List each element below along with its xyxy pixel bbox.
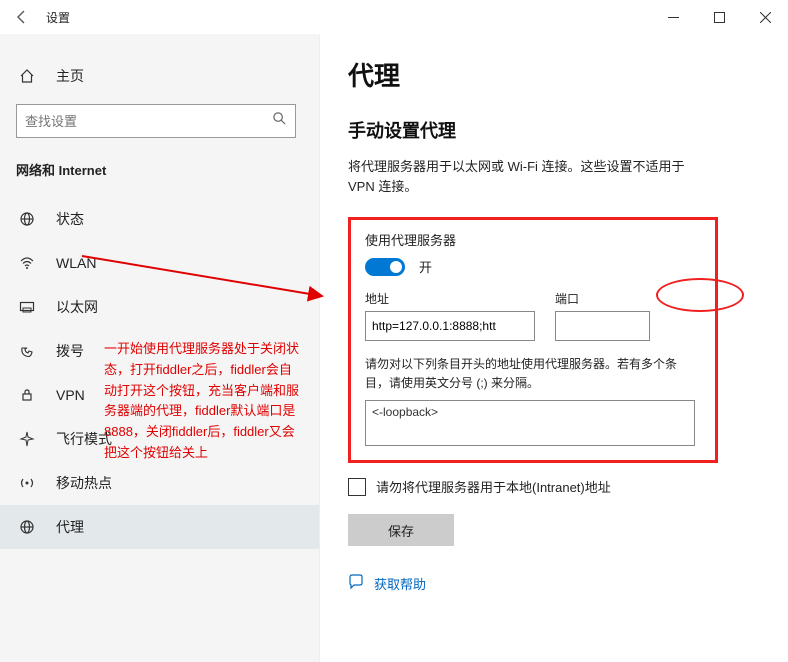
intranet-checkbox[interactable] — [348, 478, 366, 496]
back-button[interactable] — [4, 0, 40, 34]
help-icon — [348, 574, 364, 593]
minimize-button[interactable] — [650, 0, 696, 34]
home-icon — [16, 68, 38, 84]
help-link[interactable]: 获取帮助 — [348, 574, 760, 593]
use-proxy-toggle[interactable] — [365, 258, 405, 276]
help-label: 获取帮助 — [374, 574, 426, 593]
search-box[interactable] — [16, 104, 296, 138]
intranet-checkbox-label: 请勿将代理服务器用于本地(Intranet)地址 — [376, 477, 611, 496]
ethernet-icon — [16, 299, 38, 315]
search-input[interactable] — [25, 114, 272, 129]
bypass-description: 请勿对以下列条目开头的地址使用代理服务器。若有多个条目，请使用英文分号 (;) … — [365, 355, 695, 392]
dialup-icon — [16, 343, 38, 359]
address-label: 地址 — [365, 290, 535, 307]
sidebar-item-airplane[interactable]: 飞行模式 — [16, 417, 303, 461]
close-icon — [760, 12, 771, 23]
sidebar-item-wlan[interactable]: WLAN — [16, 241, 303, 285]
sidebar-item-label: 拨号 — [56, 341, 84, 361]
sidebar-item-label: WLAN — [56, 255, 96, 271]
port-input[interactable] — [555, 311, 650, 341]
close-button[interactable] — [742, 0, 788, 34]
sidebar: 主页 网络和 Internet 状态 WLAN 以太网 — [0, 34, 320, 662]
sidebar-item-label: 移动热点 — [56, 473, 112, 493]
wifi-icon — [16, 255, 38, 271]
airplane-icon — [16, 431, 38, 447]
hotspot-icon — [16, 475, 38, 491]
sidebar-item-status[interactable]: 状态 — [16, 197, 303, 241]
sidebar-item-label: 代理 — [56, 517, 84, 537]
sidebar-item-label: 状态 — [56, 209, 84, 229]
arrow-left-icon — [14, 9, 30, 25]
section-title: 手动设置代理 — [348, 117, 760, 143]
globe-icon — [16, 211, 38, 227]
sidebar-item-label: 以太网 — [56, 297, 98, 317]
sidebar-item-label: VPN — [56, 387, 85, 403]
bypass-textarea[interactable]: <-loopback> — [365, 400, 695, 446]
section-header: 网络和 Internet — [16, 160, 303, 179]
save-button[interactable]: 保存 — [348, 514, 454, 546]
toggle-state-label: 开 — [419, 257, 432, 276]
sidebar-item-vpn[interactable]: VPN — [16, 373, 303, 417]
proxy-icon — [16, 519, 38, 535]
maximize-icon — [714, 12, 725, 23]
section-description: 将代理服务器用于以太网或 Wi-Fi 连接。这些设置不适用于 VPN 连接。 — [348, 157, 708, 197]
sidebar-item-hotspot[interactable]: 移动热点 — [16, 461, 303, 505]
search-icon — [272, 111, 287, 131]
home-label: 主页 — [56, 66, 84, 86]
sidebar-nav: 状态 WLAN 以太网 拨号 VPN 飞行模式 — [16, 197, 303, 549]
page-title: 代理 — [348, 56, 760, 93]
sidebar-item-proxy[interactable]: 代理 — [0, 505, 319, 549]
window-title: 设置 — [46, 9, 70, 26]
address-input[interactable] — [365, 311, 535, 341]
highlight-box: 使用代理服务器 开 地址 端口 请勿对以下列条目开头的地址使用代理服务器。若有多… — [348, 217, 718, 463]
main-content: 代理 手动设置代理 将代理服务器用于以太网或 Wi-Fi 连接。这些设置不适用于… — [320, 34, 788, 662]
window-controls — [650, 0, 788, 34]
use-proxy-label: 使用代理服务器 — [365, 230, 701, 249]
minimize-icon — [668, 12, 679, 23]
vpn-icon — [16, 387, 38, 403]
sidebar-item-label: 飞行模式 — [56, 429, 112, 449]
sidebar-item-ethernet[interactable]: 以太网 — [16, 285, 303, 329]
port-label: 端口 — [555, 290, 650, 307]
maximize-button[interactable] — [696, 0, 742, 34]
home-link[interactable]: 主页 — [16, 58, 303, 94]
sidebar-item-dialup[interactable]: 拨号 — [16, 329, 303, 373]
